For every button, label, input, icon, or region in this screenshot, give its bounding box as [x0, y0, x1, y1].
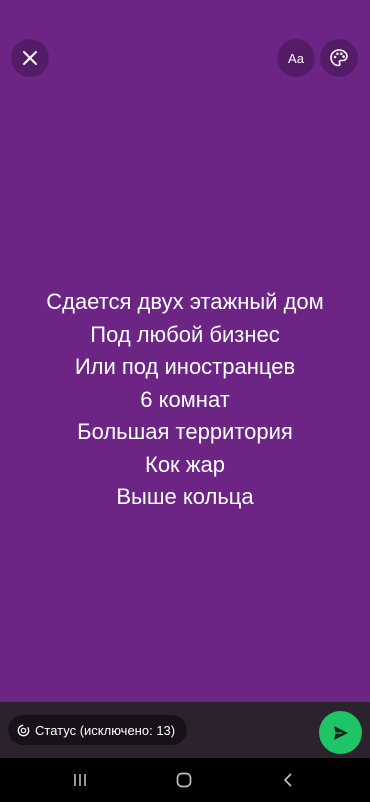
status-line: Сдается двух этажный дом: [46, 289, 324, 314]
status-line: Выше кольца: [116, 484, 254, 509]
status-line: Большая территория: [77, 419, 293, 444]
recent-apps-button[interactable]: [58, 766, 102, 794]
font-style-button[interactable]: Aa: [277, 39, 315, 77]
font-style-label: Aa: [288, 50, 304, 66]
status-line: Или под иностранцев: [74, 354, 296, 379]
status-canvas: Aa Сдается двух этажный дом Под любой би…: [0, 0, 370, 702]
status-privacy-button[interactable]: Статус (исключено: 13): [8, 715, 188, 745]
back-icon: [284, 773, 292, 787]
status-line: 6 комнат: [140, 386, 230, 412]
recent-apps-icon: [74, 774, 86, 786]
palette-icon: [330, 49, 348, 67]
back-button[interactable]: [266, 766, 310, 794]
status-privacy-icon: [17, 724, 30, 737]
status-line: Кок жар: [145, 451, 225, 477]
home-button[interactable]: [162, 766, 206, 794]
status-line: Под любой бизнес: [90, 321, 280, 347]
home-icon: [176, 772, 192, 788]
send-icon: [333, 725, 348, 740]
status-text[interactable]: Сдается двух этажный дом Под любой бизне…: [0, 286, 370, 514]
status-footer: Статус (исключено: 13): [0, 702, 370, 758]
status-privacy-label: Статус (исключено: 13): [35, 722, 176, 738]
close-button[interactable]: [11, 39, 49, 77]
send-button[interactable]: [319, 711, 362, 754]
close-icon: [23, 51, 37, 65]
system-navigation-bar: [0, 758, 370, 802]
background-color-button[interactable]: [320, 39, 358, 77]
